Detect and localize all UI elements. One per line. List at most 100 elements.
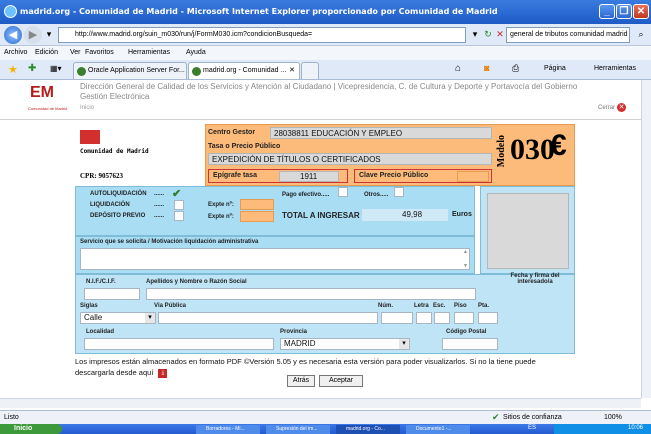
pdf-download-icon[interactable]: ⤓	[158, 368, 168, 378]
fecha-label: Fecha y firma del interesado/a	[510, 273, 560, 285]
tab-oracle[interactable]: Oracle Application Server For...	[73, 62, 187, 79]
start-button[interactable]: Inicio	[0, 424, 62, 434]
page-menu[interactable]: Página	[544, 65, 566, 72]
cerrar-link[interactable]: Cerrar ✕	[598, 103, 627, 112]
letra-input[interactable]	[416, 312, 432, 324]
nombre-input[interactable]	[146, 288, 476, 300]
history-chevron-icon[interactable]: ▾	[42, 27, 56, 43]
via-input[interactable]	[158, 312, 378, 324]
tasa-field: EXPEDICIÓN DE TÍTULOS O CERTIFICADOS	[208, 153, 492, 165]
inicio-link[interactable]: Inicio	[80, 105, 94, 111]
nif-input[interactable]	[84, 288, 140, 300]
tab-label: Oracle Application Server For...	[88, 67, 185, 74]
language-indicator[interactable]: ES	[528, 425, 536, 431]
feeds-icon[interactable]: ◙	[484, 63, 489, 73]
home-icon[interactable]: ⌂	[455, 63, 461, 74]
tab-page-icon	[77, 67, 86, 76]
taskbar-item[interactable]: Supresión del im...	[266, 425, 330, 434]
minimize-button[interactable]: _	[599, 4, 615, 19]
epigrafe-box: Epígrafe tasa 1911	[208, 169, 348, 183]
pago-efectivo-label: Pago efectivo.....	[282, 192, 330, 198]
add-favorite-icon[interactable]: ✚	[28, 63, 36, 74]
close-button[interactable]: ✕	[633, 4, 649, 19]
atras-button[interactable]: Atrás	[287, 375, 315, 387]
pago-efectivo-checkbox[interactable]	[338, 187, 348, 197]
expte-label-1: Expte nº:	[208, 202, 234, 208]
menu-archivo[interactable]: Archivo	[4, 49, 27, 56]
search-input[interactable]: general de tributos comunidad madrid	[506, 27, 630, 43]
euro-symbol: €	[550, 129, 567, 162]
tasa-label: Tasa o Precio Público	[208, 143, 281, 150]
form-header-right: Centro Gestor 28038811 EDUCACIÓN Y EMPLE…	[205, 124, 575, 186]
zoom-text[interactable]: 100%	[604, 414, 622, 421]
piso-input[interactable]	[454, 312, 474, 324]
servicio-textarea[interactable]: ▲ ▼	[80, 248, 470, 270]
em-logo: EM	[30, 84, 54, 101]
pta-input[interactable]	[478, 312, 498, 324]
esc-label: Esc.	[433, 303, 446, 309]
logo-subtitle: Comunidad de Madrid	[28, 106, 68, 111]
new-tab[interactable]	[301, 62, 319, 79]
tabs-row: ★ ✚ ▦▾ Oracle Application Server For... …	[0, 60, 651, 80]
menu-ayuda[interactable]: Ayuda	[186, 49, 206, 56]
clave-field[interactable]	[457, 171, 489, 182]
centro-gestor-label: Centro Gestor	[208, 129, 256, 136]
localidad-input[interactable]	[84, 338, 274, 350]
taskbar-item[interactable]: madrid.org - Co...	[336, 425, 400, 434]
menu-ver[interactable]: Ver	[70, 49, 81, 56]
forward-arrow-icon[interactable]: ▶	[24, 26, 42, 44]
cp-label: Código Postal	[446, 329, 487, 335]
stop-icon[interactable]: ✕	[493, 27, 507, 43]
tools-menu[interactable]: Herramientas	[594, 65, 636, 72]
scroll-up-icon[interactable]: ▲	[463, 249, 468, 255]
cerrar-label: Cerrar	[598, 105, 616, 111]
menu-favoritos[interactable]: Favoritos	[85, 49, 114, 56]
back-arrow-icon[interactable]: ◀	[4, 26, 22, 44]
tab-close-icon[interactable]: ✕	[289, 66, 295, 74]
nombre-label: Apellidos y Nombre o Razón Social	[146, 279, 247, 285]
siglas-value: Calle	[84, 313, 103, 322]
tab-list-icon[interactable]: ▦▾	[50, 64, 62, 73]
restore-button[interactable]: ❐	[616, 4, 632, 19]
search-icon[interactable]: ⌕	[634, 27, 648, 43]
address-dropdown-icon[interactable]: ▾	[468, 27, 482, 43]
dg-text: Dirección General de Calidad de los Serv…	[80, 82, 578, 91]
servicio-label: Servicio que se solicita / Motivación li…	[80, 239, 259, 245]
otros-label: Otros.....	[364, 192, 389, 198]
siglas-select[interactable]: Calle ▾	[80, 312, 156, 324]
address-input[interactable]: http://www.madrid.org/suin_m030/run/j/Fo…	[58, 27, 466, 43]
liquidacion-checkbox[interactable]	[174, 200, 184, 210]
modelo-number: 030	[510, 133, 555, 166]
print-icon[interactable]: ⎙	[512, 63, 519, 74]
horizontal-scrollbar[interactable]	[0, 398, 641, 408]
num-input[interactable]	[381, 312, 413, 324]
expte-field-1[interactable]	[240, 199, 274, 210]
menu-herramientas[interactable]: Herramientas	[128, 49, 170, 56]
provincia-value: MADRID	[284, 339, 316, 348]
favorites-star-icon[interactable]: ★	[8, 63, 18, 76]
esc-input[interactable]	[434, 312, 450, 324]
autoliq-check-icon[interactable]: ✔	[172, 187, 181, 200]
liquidacion-label: LIQUIDACIÓN	[90, 202, 130, 208]
liquidation-section: AUTOLIQUIDACIÓN ...... ✔ LIQUIDACIÓN ...…	[75, 186, 475, 236]
expte-field-2[interactable]	[240, 211, 274, 222]
tab-madrid[interactable]: madrid.org - Comunidad ... ✕	[188, 62, 300, 79]
deposito-checkbox[interactable]	[174, 211, 184, 221]
ie-icon	[4, 5, 17, 18]
taskbar-item[interactable]: Documento1 -...	[406, 425, 470, 434]
total-label: TOTAL A INGRESAR	[282, 211, 360, 220]
vertical-scrollbar[interactable]	[641, 80, 651, 398]
taskbar-item[interactable]: Borradores - Mi...	[196, 425, 260, 434]
menu-edicion[interactable]: Edición	[35, 49, 58, 56]
dg-title: Dirección General de Calidad de los Serv…	[80, 82, 620, 102]
scroll-down-icon[interactable]: ▼	[463, 263, 468, 269]
num-label: Núm.	[378, 303, 393, 309]
chevron-down-icon: ▾	[145, 313, 155, 323]
otros-checkbox[interactable]	[394, 187, 404, 197]
cp-input[interactable]	[442, 338, 498, 350]
autoliq-label: AUTOLIQUIDACIÓN	[90, 191, 147, 197]
close-circle-icon: ✕	[617, 103, 627, 112]
chevron-down-icon: ▾	[399, 339, 409, 349]
provincia-select[interactable]: MADRID ▾	[280, 338, 410, 350]
aceptar-button[interactable]: Aceptar	[319, 375, 363, 387]
